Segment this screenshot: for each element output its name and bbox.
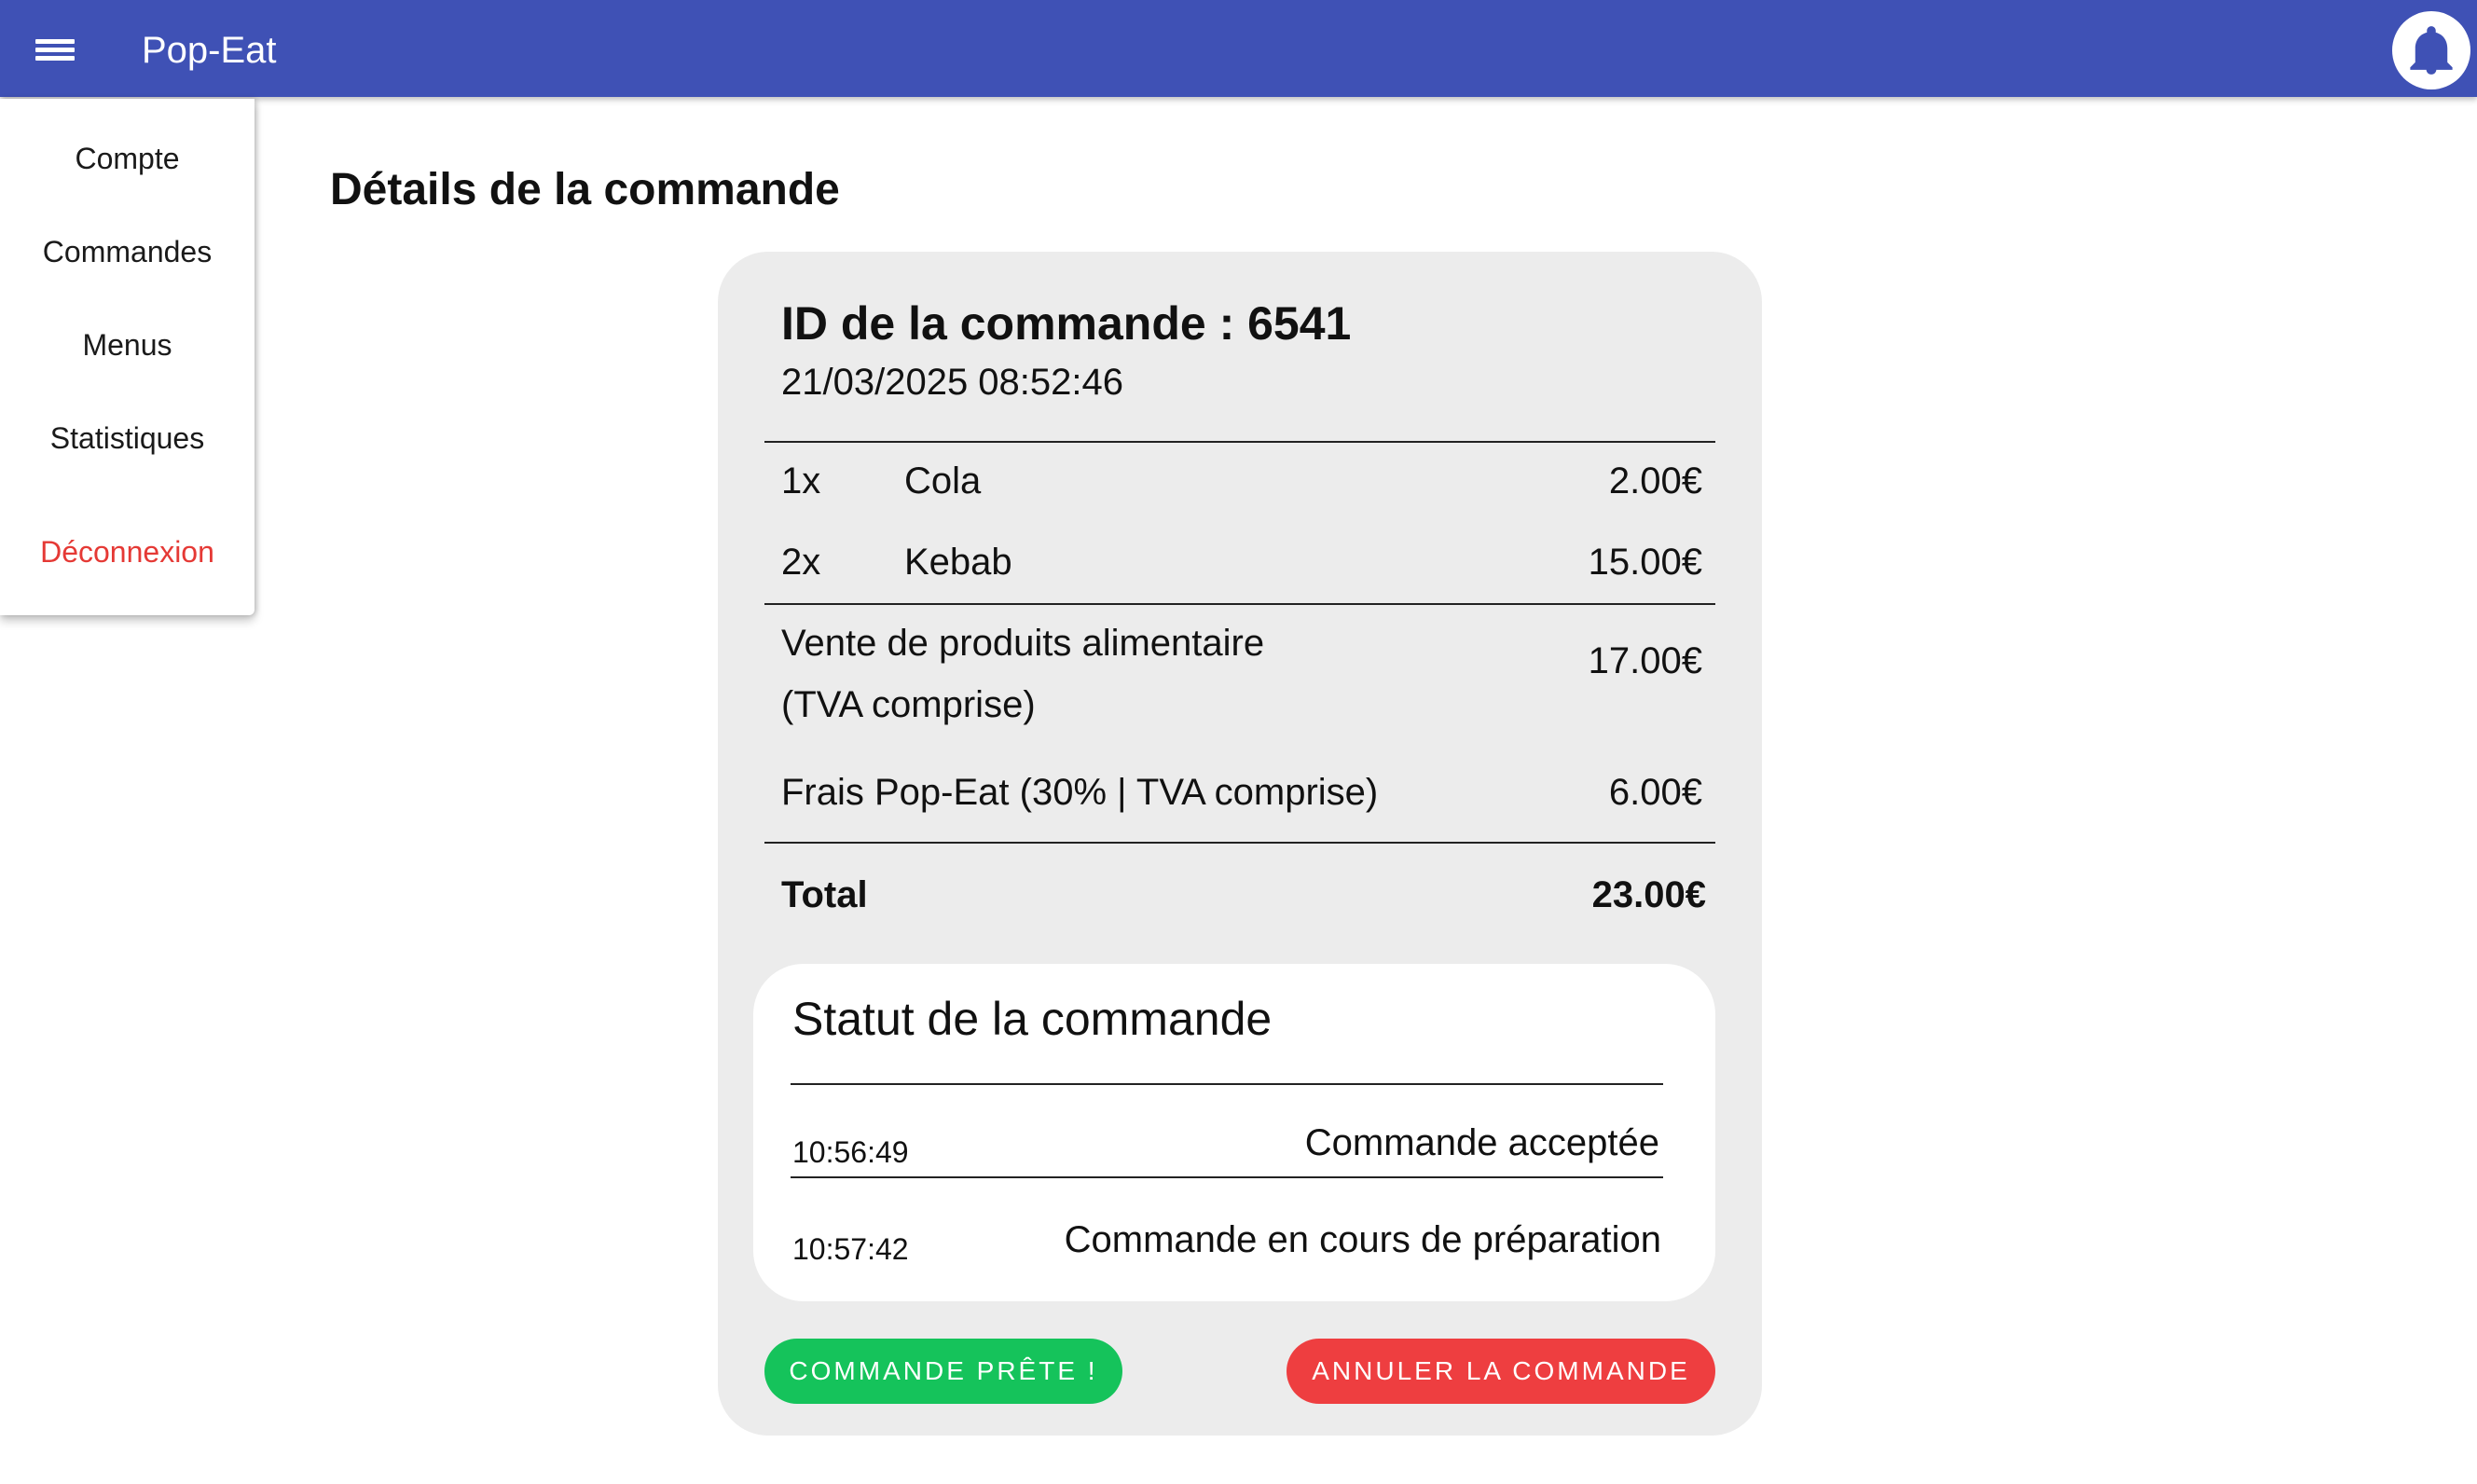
total-amount: 23.00€: [1591, 874, 1706, 915]
order-id: ID de la commande : 6541: [781, 297, 1352, 350]
divider: [764, 603, 1715, 605]
fees-amount: 6.00€: [1608, 772, 1702, 813]
order-details-card: ID de la commande : 6541 21/03/2025 08:5…: [718, 252, 1762, 1436]
page-title: Détails de la commande: [330, 165, 840, 214]
logout-button[interactable]: Déconnexion: [0, 505, 255, 598]
notifications-button[interactable]: [2392, 11, 2470, 89]
divider: [764, 842, 1715, 844]
order-ready-button[interactable]: COMMANDE PRÊTE !: [764, 1339, 1122, 1404]
navigation-drawer: Compte Commandes Menus Statistiques Déco…: [0, 99, 255, 615]
order-status-panel: Statut de la commande 10:56:49 Commande …: [753, 964, 1715, 1301]
item-name: Kebab: [904, 542, 1012, 583]
food-sales-amount: 17.00€: [1588, 640, 1702, 681]
item-price: 15.00€: [1588, 542, 1702, 583]
item-quantity: 1x: [781, 460, 821, 502]
drawer-item-compte[interactable]: Compte: [0, 112, 255, 205]
status-title: Statut de la commande: [792, 993, 1273, 1045]
status-time: 10:56:49: [792, 1135, 909, 1169]
order-datetime: 21/03/2025 08:52:46: [781, 362, 1124, 403]
item-name: Cola: [904, 460, 982, 502]
app-bar: Pop-Eat: [0, 0, 2477, 97]
status-label: Commande acceptée: [1304, 1122, 1659, 1163]
app-title: Pop-Eat: [142, 30, 277, 71]
item-price: 2.00€: [1608, 460, 1702, 502]
hamburger-menu-icon[interactable]: [35, 35, 76, 63]
drawer-item-menus[interactable]: Menus: [0, 298, 255, 392]
item-quantity: 2x: [781, 542, 821, 583]
divider: [791, 1176, 1663, 1178]
drawer-item-commandes[interactable]: Commandes: [0, 205, 255, 298]
divider: [791, 1083, 1663, 1085]
total-label: Total: [781, 874, 868, 915]
food-sales-label: Vente de produits alimentaire: [781, 623, 1265, 664]
divider: [764, 441, 1715, 443]
food-sales-label-vat: (TVA comprise): [781, 684, 1036, 725]
cancel-order-button[interactable]: ANNULER LA COMMANDE: [1287, 1339, 1715, 1404]
bell-icon: [2410, 26, 2453, 75]
drawer-item-statistiques[interactable]: Statistiques: [0, 392, 255, 485]
fees-label: Frais Pop-Eat (30% | TVA comprise): [781, 772, 1379, 813]
status-label: Commande en cours de préparation: [1064, 1219, 1661, 1260]
status-time: 10:57:42: [792, 1232, 909, 1266]
